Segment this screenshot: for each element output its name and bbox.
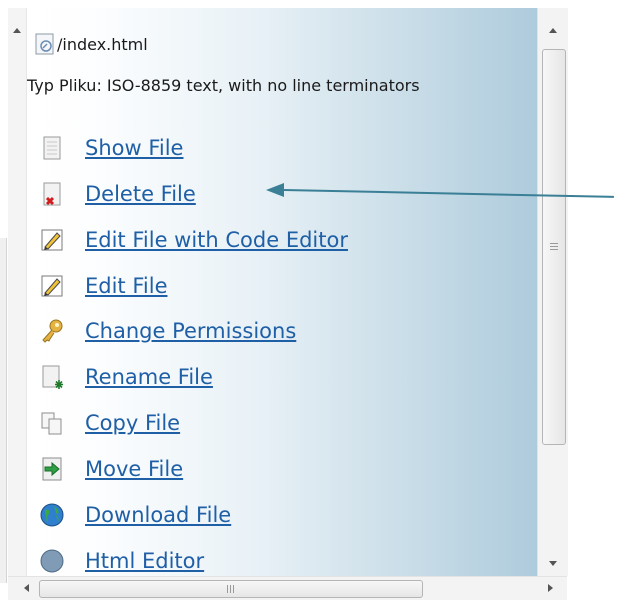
action-change-permissions[interactable]: Change Permissions — [39, 316, 296, 346]
scroll-grip-line — [550, 249, 558, 250]
left-vertical-scrollbar[interactable] — [8, 8, 27, 576]
rename-file-link[interactable]: Rename File — [85, 365, 213, 389]
html-file-icon — [35, 33, 55, 55]
annotation-arrowhead — [266, 183, 284, 197]
scroll-grip-line — [550, 243, 558, 244]
rename-file-icon — [39, 364, 65, 390]
copy-file-link[interactable]: Copy File — [85, 411, 180, 435]
horizontal-scroll-thumb[interactable] — [39, 580, 423, 598]
move-file-link[interactable]: Move File — [85, 457, 183, 481]
horizontal-scrollbar[interactable] — [8, 576, 567, 600]
delete-file-link[interactable]: Delete File — [85, 182, 196, 206]
file-header: /index.html — [35, 30, 148, 58]
edit-file-code-editor-link[interactable]: Edit File with Code Editor — [85, 228, 348, 252]
action-delete-file[interactable]: Delete File — [39, 179, 196, 209]
globe-icon — [39, 548, 65, 574]
scroll-left-arrow-icon[interactable] — [24, 584, 29, 592]
action-copy-file[interactable]: Copy File — [39, 408, 180, 438]
delete-file-icon — [39, 181, 65, 207]
scroll-right-arrow-icon[interactable] — [548, 584, 553, 592]
action-edit-file-code-editor[interactable]: Edit File with Code Editor — [39, 225, 348, 255]
key-icon — [39, 318, 65, 344]
scroll-grip-line — [230, 585, 231, 593]
scroll-down-arrow-icon[interactable] — [549, 561, 557, 566]
action-edit-file[interactable]: Edit File — [39, 271, 167, 301]
scroll-grip-line — [550, 246, 558, 247]
globe-icon — [39, 502, 65, 528]
copy-icon — [39, 410, 65, 436]
pencil-icon — [39, 273, 65, 299]
file-actions-panel: /index.html Typ Pliku: ISO-8859 text, wi… — [27, 8, 537, 576]
edit-file-link[interactable]: Edit File — [85, 274, 167, 298]
left-frame-strip — [0, 238, 7, 583]
vertical-scroll-thumb[interactable] — [542, 49, 566, 445]
right-vertical-scrollbar[interactable] — [537, 8, 568, 576]
show-file-link[interactable]: Show File — [85, 136, 183, 160]
pencil-icon — [39, 227, 65, 253]
document-icon — [39, 135, 65, 161]
scroll-up-arrow-icon[interactable] — [549, 28, 557, 33]
scroll-up-arrow-icon[interactable] — [13, 28, 21, 33]
action-show-file[interactable]: Show File — [39, 133, 183, 163]
move-file-icon — [39, 456, 65, 482]
action-download-file[interactable]: Download File — [39, 500, 231, 530]
action-move-file[interactable]: Move File — [39, 454, 183, 484]
scroll-grip-line — [233, 585, 234, 593]
action-html-editor[interactable]: Html Editor — [39, 546, 204, 576]
download-file-link[interactable]: Download File — [85, 503, 231, 527]
file-path: /index.html — [57, 34, 148, 54]
scroll-grip-line — [227, 585, 228, 593]
file-type-text: Typ Pliku: ISO-8859 text, with no line t… — [27, 76, 420, 95]
action-rename-file[interactable]: Rename File — [39, 362, 213, 392]
html-editor-link[interactable]: Html Editor — [85, 549, 204, 573]
change-permissions-link[interactable]: Change Permissions — [85, 319, 296, 343]
